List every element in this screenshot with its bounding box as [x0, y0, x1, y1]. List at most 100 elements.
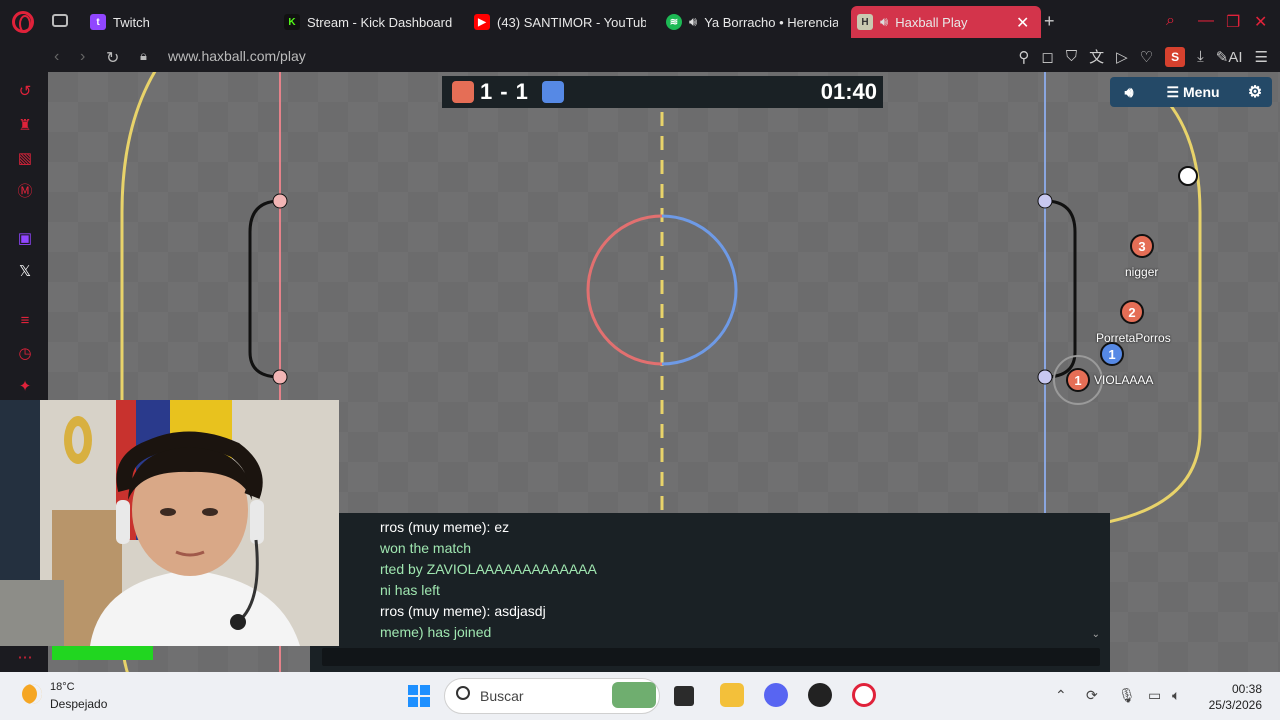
date: 25/3/2026 [1208, 698, 1262, 712]
tab-haxball[interactable]: H 🔊︎ Haxball Play [851, 6, 1041, 38]
extensions-icon[interactable]: ✦ [16, 377, 34, 395]
opera-logo-icon[interactable] [12, 11, 34, 33]
settings-gear-icon[interactable]: ⚙ [1238, 82, 1272, 102]
tab-twitch[interactable]: t Twitch [84, 6, 254, 38]
hamburger-icon: ☰ [1166, 83, 1179, 100]
pin-icon[interactable]: ⚲ [1018, 48, 1029, 66]
tab-label: Stream - Kick Dashboard [307, 14, 453, 30]
ai-button[interactable]: ✎AI [1216, 48, 1243, 66]
opera-taskbar-icon[interactable] [852, 683, 876, 707]
tab-spotify[interactable]: ≋ 🔊︎ Ya Borracho • Herencia [660, 6, 838, 38]
chat-input[interactable] [322, 648, 1100, 666]
sync-icon[interactable]: ⟳ [1086, 687, 1098, 704]
player-red-3: 3 [1130, 234, 1154, 258]
speaker-icon: 🔊︎ [689, 14, 698, 29]
translate-icon[interactable]: 文 [1089, 46, 1104, 67]
player-icon[interactable]: ▧ [16, 149, 34, 167]
chat-panel: rros (muy meme): ez won the match rted b… [310, 513, 1110, 672]
tab-youtube[interactable]: ▶ (43) SANTIMOR - YouTube [468, 6, 646, 38]
chat-message: rros (muy meme): asdjasdj [380, 603, 546, 619]
snapshot-icon[interactable]: ◻ [1041, 48, 1053, 66]
volume-icon[interactable]: 🔈︎ [1172, 687, 1180, 704]
lock-icon: 🔒︎ [140, 48, 147, 63]
file-explorer-icon[interactable] [720, 683, 744, 707]
tab-label: Haxball Play [895, 14, 968, 30]
chat-message: ni has left [380, 582, 440, 598]
maximize-icon[interactable]: ❐ [1226, 12, 1240, 32]
progress-bar [52, 646, 153, 660]
player-name: VIOLAAAA [1094, 373, 1154, 387]
time: 00:38 [1231, 682, 1262, 696]
heart-icon[interactable]: ♡ [1140, 48, 1153, 66]
search-tabs-icon[interactable]: ⌕ [1166, 12, 1175, 30]
reload-icon[interactable]: ↻ [106, 48, 119, 68]
network-icon[interactable]: ▭ [1148, 687, 1161, 704]
score-separator: - [500, 79, 508, 104]
task-view-icon[interactable] [674, 686, 694, 706]
scoreboard: 1 - 1 01:40 [442, 76, 883, 108]
player-number: 1 [1074, 372, 1082, 388]
history-icon[interactable]: ◷ [16, 344, 34, 362]
tab-kick[interactable]: K Stream - Kick Dashboard [278, 6, 456, 38]
game-menu-bar: 🔊︎ ☰ Menu ⚙ [1110, 77, 1272, 107]
webcam-overlay [0, 400, 339, 646]
chat-message: won the match [380, 540, 472, 556]
obs-icon[interactable] [808, 683, 832, 707]
haxball-icon: H [857, 14, 873, 30]
widget-landscape-icon[interactable] [612, 682, 656, 708]
crypto-wallet-icon[interactable]: ♜ [16, 116, 34, 134]
blue-team-icon [541, 81, 564, 103]
red-team-icon [452, 81, 474, 103]
aria-icon[interactable]: ↺ [16, 82, 34, 100]
player-red-2: 2 [1120, 300, 1144, 324]
discord-icon[interactable] [764, 683, 788, 707]
back-icon[interactable]: ‹ [54, 48, 59, 66]
messenger-icon[interactable]: Ⓜ [16, 181, 34, 200]
chat-message: rted by ZAVIOLAAAAAAAAAAAAA [380, 561, 597, 577]
tab-bar: t Twitch K Stream - Kick Dashboard ▶ (43… [0, 0, 1280, 44]
x-icon[interactable]: 𝕏 [16, 262, 34, 280]
player-number: 1 [1108, 346, 1116, 362]
forward-icon[interactable]: › [80, 48, 85, 66]
download-icon[interactable]: ⤓ [1197, 48, 1204, 65]
send-icon[interactable]: ▷ [1116, 48, 1128, 66]
menu-label: Menu [1183, 84, 1220, 100]
search-placeholder[interactable]: Buscar [480, 688, 524, 704]
menu-icon[interactable]: ☰ [1255, 48, 1268, 66]
shield-icon[interactable]: ⛉ [1066, 48, 1077, 65]
kick-icon: K [284, 14, 300, 30]
tab-label: Ya Borracho • Herencia [704, 14, 838, 30]
tab-overview-icon[interactable] [52, 14, 68, 27]
windows-start-icon[interactable] [408, 685, 430, 707]
player-name: nigger [1125, 265, 1159, 279]
weather-condition[interactable]: Despejado [50, 697, 107, 711]
twitch-sidebar-icon[interactable]: ▣ [16, 229, 34, 247]
url-field[interactable]: www.haxball.com/play [168, 48, 306, 64]
microphone-icon[interactable]: 🎙︎ [1118, 687, 1136, 704]
tab-label: (43) SANTIMOR - YouTube [497, 14, 646, 30]
close-tab-icon[interactable]: ✕ [1016, 13, 1029, 33]
red-goalpost [272, 369, 288, 385]
player-blue-1: 1 [1100, 342, 1124, 366]
more-icon[interactable]: ⋯ [16, 648, 34, 666]
chat-message: meme) has joined [380, 624, 492, 640]
tab-label: Twitch [113, 14, 150, 30]
new-tab-icon[interactable]: + [1044, 11, 1055, 32]
temperature[interactable]: 18°C [50, 681, 75, 693]
webcam-image [0, 400, 339, 646]
minimize-icon[interactable]: — [1198, 12, 1214, 30]
ai-label: AI [1228, 48, 1243, 66]
moon-weather-icon[interactable] [22, 684, 42, 704]
ball [1178, 166, 1198, 186]
chat-log: rros (muy meme): ez won the match rted b… [380, 517, 597, 643]
speaker-icon: 🔊︎ [880, 14, 889, 29]
clock[interactable]: 00:38 25/3/2026 [1209, 681, 1262, 713]
close-window-icon[interactable]: ✕ [1254, 12, 1267, 32]
chat-scroll-down-icon[interactable]: ⌄ [1092, 629, 1100, 640]
extension-s-icon[interactable]: S [1165, 46, 1186, 67]
youtube-icon: ▶ [474, 14, 490, 30]
menu-button[interactable]: ☰ Menu [1148, 84, 1238, 101]
music-icon[interactable]: ≡ [16, 311, 34, 329]
sound-icon[interactable]: 🔊︎ [1110, 84, 1148, 101]
chevron-up-icon[interactable]: ⌃ [1055, 687, 1067, 704]
